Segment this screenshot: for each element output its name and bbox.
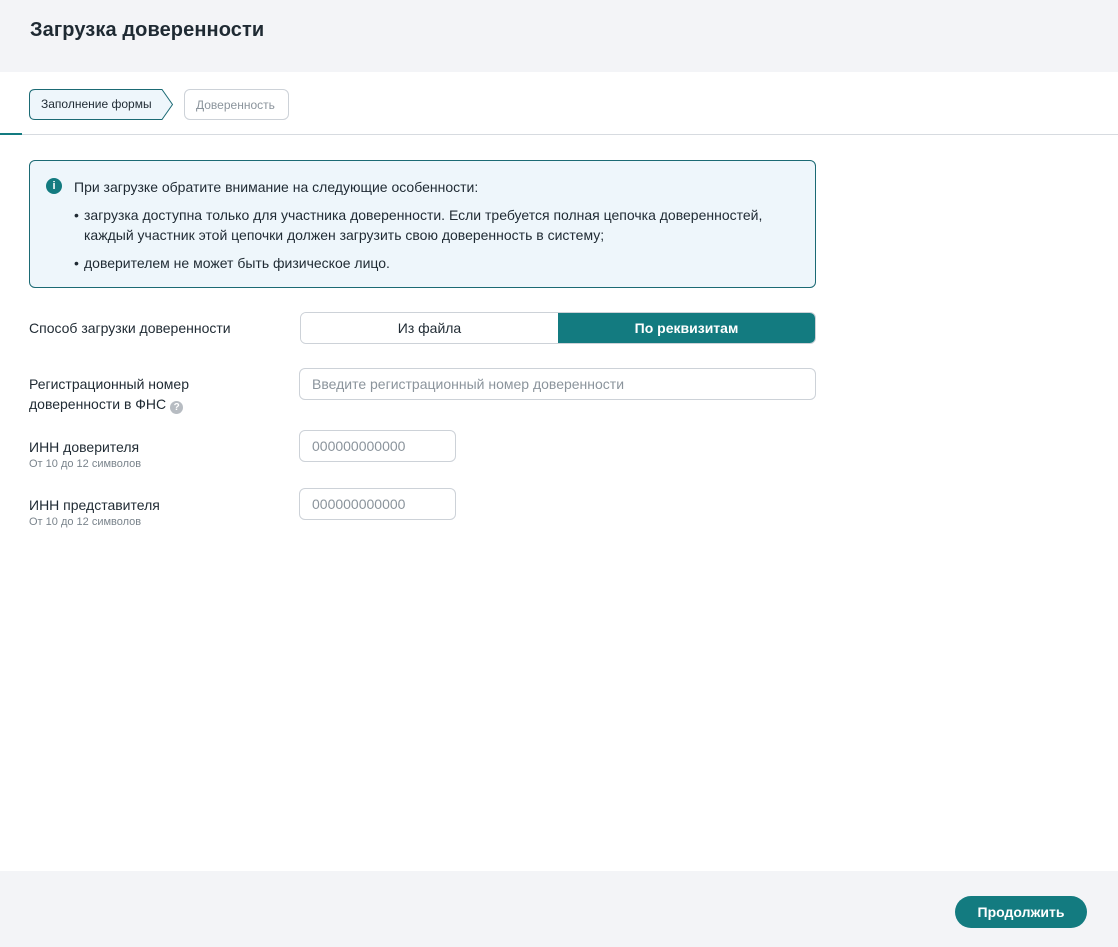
info-notice: i При загрузке обратите внимание на след… bbox=[29, 160, 816, 288]
principal-inn-input[interactable] bbox=[299, 430, 456, 462]
info-bullet-text: доверителем не может быть физическое лиц… bbox=[84, 255, 390, 271]
footer: Продолжить bbox=[0, 871, 1118, 947]
representative-inn-hint: От 10 до 12 символов bbox=[29, 516, 142, 528]
header: Загрузка доверенности bbox=[0, 0, 1118, 72]
info-bullet: • загрузка доступна только для участника… bbox=[74, 205, 814, 245]
reg-number-label-line2: доверенности в ФНС bbox=[29, 396, 167, 412]
page: Загрузка доверенности Заполнение формы Д… bbox=[0, 0, 1118, 947]
bullet-dot: • bbox=[74, 207, 79, 223]
principal-inn-label: ИНН доверителя bbox=[29, 439, 140, 455]
page-title: Загрузка доверенности bbox=[30, 19, 265, 41]
method-option-requisites[interactable]: По реквизитам bbox=[558, 313, 815, 343]
info-icon: i bbox=[46, 178, 62, 194]
info-title: При загрузке обратите внимание на следую… bbox=[74, 179, 479, 195]
principal-inn-hint: От 10 до 12 символов bbox=[29, 458, 142, 470]
reg-number-label-line1: Регистрационный номер bbox=[29, 376, 189, 392]
help-icon[interactable]: ? bbox=[170, 401, 184, 414]
info-bullet: • доверителем не может быть физическое л… bbox=[74, 253, 814, 273]
representative-inn-label: ИНН представителя bbox=[29, 497, 160, 513]
step-power-of-attorney-label: Доверенность bbox=[196, 98, 275, 112]
bullet-dot: • bbox=[74, 255, 79, 271]
representative-inn-input[interactable] bbox=[299, 488, 456, 520]
info-bullet-text: загрузка доступна только для участника д… bbox=[84, 207, 763, 243]
method-switch: Из файла По реквизитам bbox=[300, 312, 816, 344]
reg-number-label: Регистрационный номер доверенности в ФНС… bbox=[29, 374, 189, 414]
stepper-accent bbox=[0, 133, 22, 135]
continue-button[interactable]: Продолжить bbox=[955, 896, 1087, 928]
step-fill-form-label: Заполнение формы bbox=[41, 97, 152, 111]
reg-number-input[interactable] bbox=[299, 368, 816, 400]
stepper: Заполнение формы Доверенность bbox=[0, 72, 1118, 135]
method-option-file[interactable]: Из файла bbox=[301, 313, 558, 343]
step-power-of-attorney[interactable]: Доверенность bbox=[184, 89, 289, 120]
method-label: Способ загрузки доверенности bbox=[29, 320, 231, 336]
step-fill-form[interactable]: Заполнение формы bbox=[29, 89, 174, 120]
